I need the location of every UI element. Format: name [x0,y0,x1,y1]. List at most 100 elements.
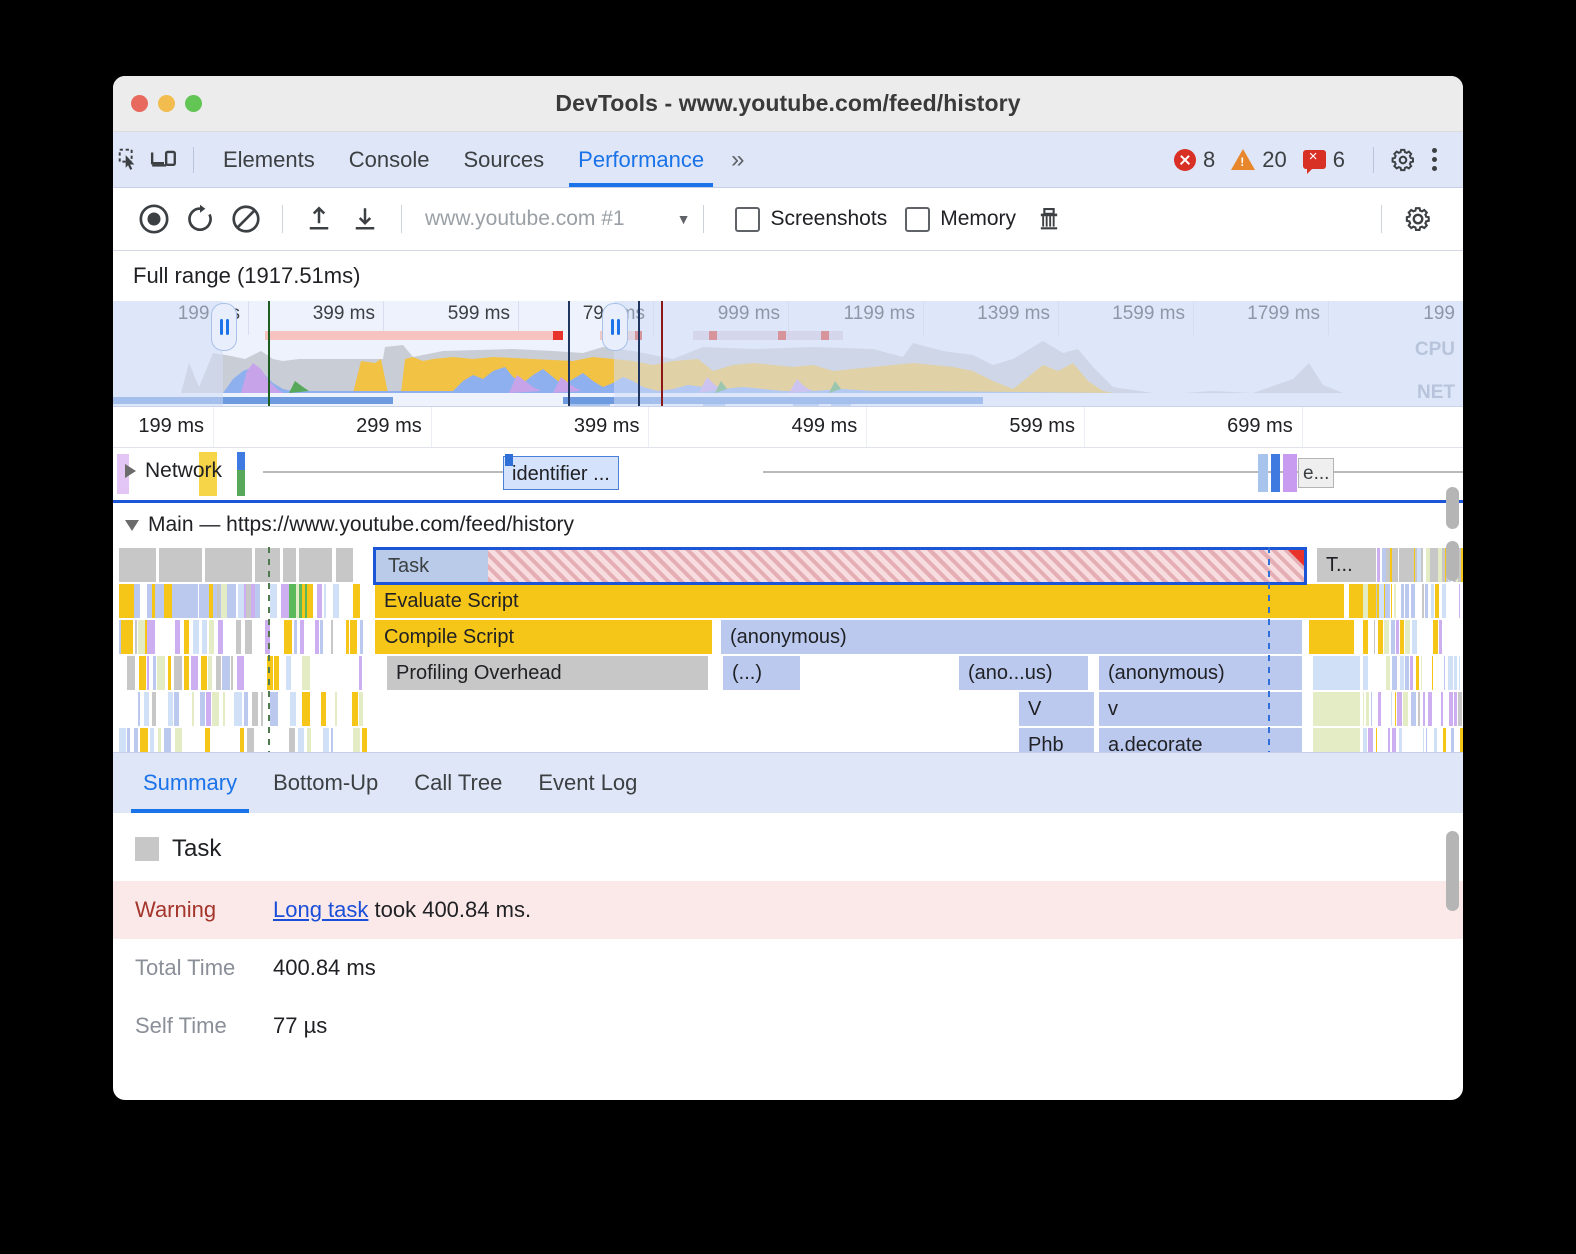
flame-micro-bar[interactable] [1391,584,1392,618]
flame-micro-bar[interactable] [138,692,140,726]
flame-micro-bar[interactable] [1368,728,1373,752]
flame-micro-bar[interactable] [331,728,333,752]
flame-micro-bar[interactable] [238,584,244,618]
flame-bar[interactable]: (anonymous) [1099,656,1303,690]
flame-micro-bar[interactable] [296,584,299,618]
gear-icon[interactable] [1395,196,1441,242]
flame-bar-unlabeled[interactable] [1313,692,1361,726]
network-request-label-1[interactable]: identifier ... [503,456,619,490]
flame-micro-bar[interactable] [1363,656,1368,690]
flame-micro-bar[interactable] [1401,584,1404,618]
flame-bar-unlabeled[interactable] [1313,656,1361,690]
flame-micro-bar[interactable] [1377,548,1380,582]
flame-micro-bar[interactable] [1393,548,1398,582]
flame-micro-bar[interactable] [317,584,322,618]
flame-micro-bar[interactable] [1390,548,1392,582]
flame-micro-bar[interactable] [331,620,333,654]
flame-micro-bar[interactable] [1442,584,1446,618]
flame-micro-bar[interactable] [1397,692,1402,726]
chevron-down-icon[interactable] [125,520,139,531]
kebab-menu-icon[interactable] [1420,148,1449,171]
tab-event-log[interactable]: Event Log [520,753,655,813]
flame-bar-unlabeled[interactable] [159,548,203,582]
long-task-link[interactable]: Long task [273,897,368,922]
flame-micro-bar[interactable] [205,728,210,752]
flame-micro-bar[interactable] [139,656,146,690]
issue-count-badge[interactable]: 6 [1303,147,1345,173]
clear-icon[interactable] [223,196,269,242]
flame-micro-bar[interactable] [1363,692,1364,726]
flame-micro-bar[interactable] [362,728,367,752]
flame-bar[interactable]: (anonymous) [721,620,1303,654]
flame-bar[interactable]: Evaluate Script [375,584,1345,618]
flame-micro-bar[interactable] [244,692,248,726]
main-flame-chart[interactable]: TaskT...T...kEvaluate ScriptF...kCompile… [113,547,1463,752]
flame-micro-bar[interactable] [1382,548,1386,582]
flame-micro-bar[interactable] [157,656,165,690]
flame-bar[interactable]: Compile Script [375,620,713,654]
collect-garbage-icon[interactable] [1026,196,1072,242]
flame-micro-bar[interactable] [125,584,130,618]
record-icon[interactable] [131,196,177,242]
flame-micro-bar[interactable] [359,692,363,726]
flame-micro-bar[interactable] [315,620,319,654]
flame-micro-bar[interactable] [1386,656,1390,690]
flame-micro-bar[interactable] [217,584,220,618]
flame-micro-bar[interactable] [184,620,189,654]
flame-micro-bar[interactable] [1434,728,1437,752]
flame-micro-bar[interactable] [164,584,172,618]
flame-micro-bar[interactable] [1391,620,1395,654]
flame-micro-bar[interactable] [237,656,244,690]
flame-bar[interactable]: T... [1317,548,1377,582]
overview-window-left-handle[interactable] [211,303,237,351]
flame-micro-bar[interactable] [302,656,310,690]
flame-micro-bar[interactable] [360,620,363,654]
overview-window-right-handle[interactable] [602,303,628,351]
flame-micro-bar[interactable] [1458,692,1462,726]
flame-micro-bar[interactable] [231,656,233,690]
flame-micro-bar[interactable] [281,584,289,618]
details-scrollbar[interactable] [1446,831,1459,911]
flame-micro-bar[interactable] [1426,728,1427,752]
flame-micro-bar[interactable] [1379,584,1384,618]
flame-bar[interactable]: Phb [1019,728,1095,752]
flame-micro-bar[interactable] [184,656,189,690]
flame-micro-bar[interactable] [255,584,260,618]
flame-micro-bar[interactable] [212,692,219,726]
flame-bar[interactable]: (ano...us) [959,656,1089,690]
flame-micro-bar[interactable] [1403,692,1408,726]
flame-micro-bar[interactable] [1444,656,1445,690]
save-profile-icon[interactable] [342,196,388,242]
gear-icon[interactable] [1386,143,1420,177]
flame-micro-bar[interactable] [302,584,305,618]
flame-micro-bar[interactable] [333,584,339,618]
flame-micro-bar[interactable] [284,620,292,654]
flame-micro-bar[interactable] [200,692,205,726]
flame-micro-bar[interactable] [150,728,154,752]
flame-micro-bar[interactable] [209,620,214,654]
flame-micro-bar[interactable] [152,692,156,726]
flame-bar-unlabeled[interactable] [283,548,297,582]
flame-micro-bar[interactable] [174,656,182,690]
warning-count-badge[interactable]: 20 [1231,147,1286,173]
flame-micro-bar[interactable] [247,728,254,752]
flame-micro-bar[interactable] [1451,728,1454,752]
flame-micro-bar[interactable] [1399,728,1402,752]
flame-micro-bar[interactable] [140,728,148,752]
flame-micro-bar[interactable] [1422,584,1424,618]
flame-micro-bar[interactable] [1411,584,1415,618]
load-profile-icon[interactable] [296,196,342,242]
flame-micro-bar[interactable] [346,620,349,654]
flame-micro-bar[interactable] [321,692,326,726]
flame-micro-bar[interactable] [184,584,189,618]
flame-bar-unlabeled[interactable] [205,548,253,582]
device-toolbar-icon[interactable] [147,143,181,177]
flame-micro-bar[interactable] [1422,548,1423,582]
flame-micro-bar[interactable] [298,728,304,752]
flame-micro-bar[interactable] [134,728,138,752]
flame-micro-bar[interactable] [222,656,230,690]
flame-micro-bar[interactable] [1396,620,1399,654]
flame-micro-bar[interactable] [1363,728,1367,752]
flame-bar[interactable]: Profiling Overhead [387,656,709,690]
flame-micro-bar[interactable] [168,656,171,690]
